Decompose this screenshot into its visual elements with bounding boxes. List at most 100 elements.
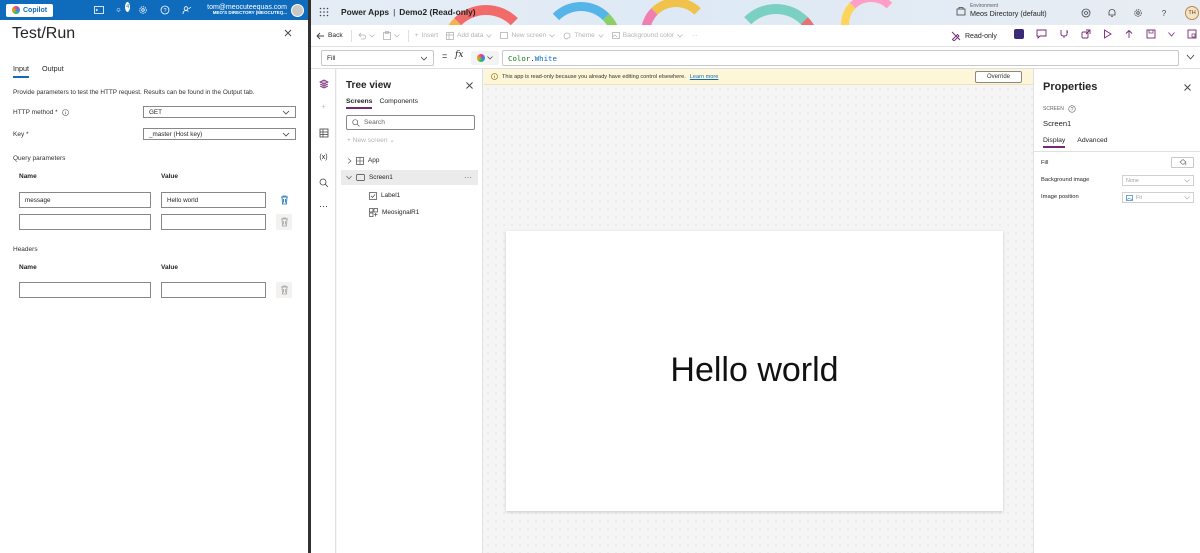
tree-view-icon[interactable]	[318, 78, 329, 89]
new-screen-button[interactable]: + New screen ⌄	[347, 136, 395, 144]
chevron-right-icon[interactable]	[347, 157, 352, 164]
play-icon[interactable]	[1103, 29, 1112, 39]
learn-more-link[interactable]: Learn more	[690, 74, 719, 80]
chevron-down-icon	[420, 56, 428, 61]
help-icon[interactable]: ?	[1068, 105, 1076, 113]
insert-button[interactable]: + Insert	[415, 32, 438, 39]
tab-screens[interactable]: Screens	[346, 98, 373, 109]
chevron-down-icon[interactable]	[1168, 31, 1175, 37]
theme-button[interactable]: Theme	[563, 32, 604, 40]
notifications-icon[interactable]: 4	[116, 2, 131, 15]
fill-color-picker[interactable]	[1171, 157, 1194, 168]
settings-gear-icon[interactable]	[138, 5, 148, 15]
key-dropdown[interactable]: _master (Host key)	[143, 128, 296, 140]
background-color-button[interactable]: Background color	[611, 32, 683, 39]
fill-label: Fill	[1041, 160, 1049, 166]
more-icon[interactable]: ···	[318, 200, 329, 211]
tree-node-control[interactable]: MeosignalR1	[369, 205, 419, 220]
publish-icon[interactable]	[1124, 29, 1134, 39]
help-icon[interactable]: ?	[1159, 8, 1169, 18]
headers-name-header: Name	[19, 264, 37, 271]
tab-components[interactable]: Components	[379, 98, 418, 109]
app-checker-icon[interactable]	[1014, 29, 1024, 39]
formula-input[interactable]: Color. White	[502, 50, 1179, 66]
add-data-button[interactable]: Add data	[446, 31, 493, 40]
settings-gear-icon[interactable]	[1133, 8, 1143, 18]
tab-advanced[interactable]: Advanced	[1077, 137, 1107, 148]
cloud-shell-icon[interactable]	[94, 5, 105, 15]
notifications-icon[interactable]	[1107, 8, 1117, 18]
tab-input[interactable]: Input	[13, 64, 29, 78]
account-info[interactable]: tom@meocuteequas.com MEO'S DIRECTORY (ME…	[207, 4, 287, 17]
new-screen-button[interactable]: New screen	[500, 32, 556, 39]
chevron-down-icon	[368, 33, 375, 38]
more-options-icon[interactable]: ···	[464, 173, 472, 182]
chevron-down-icon[interactable]	[346, 175, 352, 180]
tree-node-label1[interactable]: Label1	[369, 188, 400, 203]
tree-search-input[interactable]: Search	[346, 115, 475, 130]
search-icon[interactable]	[318, 177, 329, 188]
query-value-input[interactable]	[161, 214, 266, 230]
copilot-sparkle-icon[interactable]	[1081, 8, 1091, 18]
share-icon[interactable]	[1081, 29, 1091, 39]
headers-heading: Headers	[13, 246, 38, 253]
properties-title: Properties	[1043, 81, 1098, 93]
help-icon[interactable]: ?	[160, 5, 170, 15]
read-only-indicator[interactable]: Read-only	[951, 31, 997, 41]
close-icon[interactable]	[283, 28, 293, 38]
header-name-input[interactable]	[19, 282, 151, 298]
health-icon[interactable]	[1059, 29, 1069, 39]
key-label: Key *	[13, 131, 29, 138]
query-name-input[interactable]: message	[19, 192, 151, 208]
tab-display[interactable]: Display	[1043, 137, 1066, 148]
color-wheel-icon	[477, 54, 485, 62]
tree-node-app[interactable]: App	[347, 153, 379, 168]
user-avatar[interactable]	[291, 3, 304, 17]
screen1-canvas[interactable]: Hello world	[506, 231, 1003, 511]
svg-text:?: ?	[1070, 107, 1073, 113]
tab-output[interactable]: Output	[42, 64, 64, 78]
label1-text[interactable]: Hello world	[506, 351, 1003, 390]
override-button[interactable]: Override	[975, 71, 1022, 83]
read-only-label: Read-only	[965, 32, 997, 40]
studio-title: Power Apps | Demo2 (Read-only)	[341, 7, 476, 17]
info-icon[interactable]	[61, 109, 69, 116]
variables-icon[interactable]: (x)	[318, 152, 329, 163]
color-picker-button[interactable]	[471, 51, 499, 65]
query-value-input[interactable]: Hello world	[161, 192, 266, 208]
query-name-input[interactable]	[19, 214, 151, 230]
back-button[interactable]: Back	[316, 32, 343, 40]
app-launcher-icon[interactable]	[319, 7, 329, 17]
paste-button[interactable]	[382, 31, 400, 40]
http-method-dropdown[interactable]: GET	[143, 106, 296, 118]
header-value-input[interactable]	[161, 282, 266, 298]
property-dropdown[interactable]: Fill	[321, 50, 434, 66]
chevron-down-icon	[598, 33, 604, 38]
test-run-tabs: Input Output	[13, 64, 64, 78]
publish-to-teams-icon[interactable]	[1187, 29, 1197, 39]
save-icon[interactable]	[1146, 29, 1156, 39]
environment-picker[interactable]: Environment Meos Directory (default)	[956, 3, 1047, 18]
close-icon[interactable]	[465, 81, 474, 90]
data-icon[interactable]	[318, 127, 329, 138]
tree-search-placeholder: Search	[364, 119, 385, 126]
delete-icon[interactable]	[276, 192, 292, 208]
close-icon[interactable]	[1183, 83, 1192, 92]
copilot-button[interactable]: Copilot	[6, 3, 54, 17]
product-name[interactable]: Power Apps	[341, 7, 389, 17]
azure-toolbar-icons: 4 ?	[94, 2, 192, 15]
tree-view-title: Tree view	[346, 80, 392, 91]
label-control-icon	[369, 191, 377, 200]
comments-icon[interactable]	[1036, 29, 1047, 39]
undo-button[interactable]	[358, 32, 375, 40]
insert-icon[interactable]: +	[318, 102, 329, 113]
paint-bucket-icon	[1179, 159, 1186, 166]
function-icon[interactable]: fx	[455, 50, 463, 60]
user-avatar[interactable]: TH	[1185, 6, 1199, 20]
expand-formula-icon[interactable]	[1186, 54, 1195, 60]
more-commands-button[interactable]: ···	[691, 32, 698, 39]
studio-header: Power Apps | Demo2 (Read-only) Environment…	[311, 0, 1200, 25]
tree-node-screen1[interactable]: Screen1 ···	[341, 170, 478, 185]
feedback-icon[interactable]	[182, 5, 192, 15]
formula-member: White	[534, 53, 557, 63]
